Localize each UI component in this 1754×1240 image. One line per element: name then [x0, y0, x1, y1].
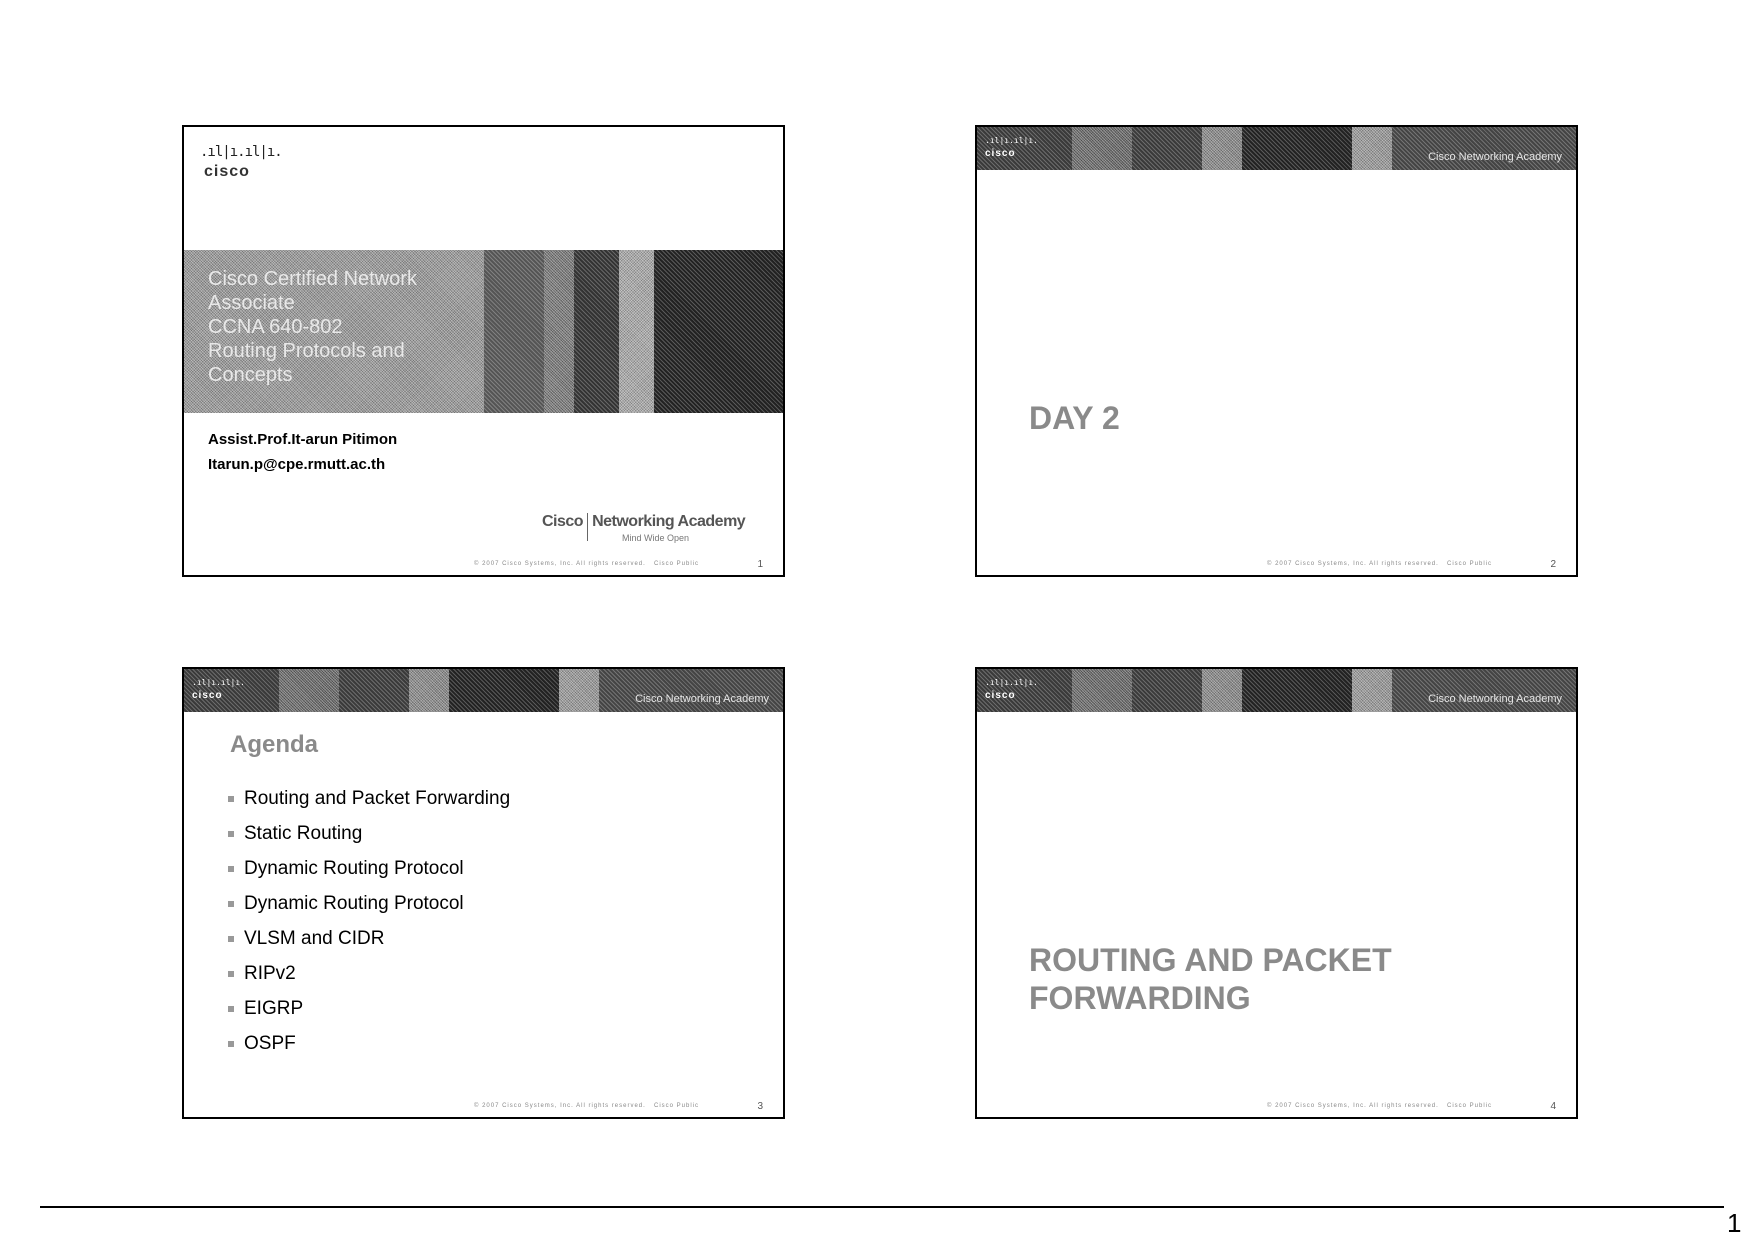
slide-footer-copyright: © 2007 Cisco Systems, Inc. All rights re… [474, 1103, 646, 1109]
agenda-list: Routing and Packet Forwarding Static Rou… [228, 781, 510, 1061]
agenda-item-label: Routing and Packet Forwarding [244, 788, 511, 809]
slide-footer-copyright: © 2007 Cisco Systems, Inc. All rights re… [1267, 1103, 1439, 1109]
cisco-logo-wordmark: cisco [985, 690, 1016, 701]
agenda-item: EIGRP [228, 991, 510, 1026]
slide-footer-public: Cisco Public [1447, 561, 1493, 567]
banner-photo-strip [1072, 127, 1576, 170]
agenda-item-label: EIGRP [244, 998, 304, 1019]
bullet-icon [228, 795, 234, 802]
author-email: Itarun.p@cpe.rmutt.ac.th [208, 456, 386, 473]
agenda-item-label: Static Routing [244, 823, 363, 844]
banner-photo-strip [1072, 669, 1576, 712]
slide-number: 1 [757, 559, 763, 570]
slide-header-banner: .ıl|ı.ıl|ı. cisco Cisco Networking Acade… [977, 669, 1576, 712]
cisco-logo-icon: .ıl|ı.ıl|ı. [192, 678, 245, 687]
slide-header-banner: .ıl|ı.ıl|ı. cisco Cisco Networking Acade… [184, 669, 783, 712]
agenda-item-label: Dynamic Routing Protocol [244, 858, 464, 879]
slide-footer-copyright: © 2007 Cisco Systems, Inc. All rights re… [1267, 561, 1439, 567]
slide-2-thumbnail: .ıl|ı.ıl|ı. cisco Cisco Networking Acade… [975, 125, 1578, 577]
agenda-item: Routing and Packet Forwarding [228, 781, 510, 816]
course-title-line: Concepts [208, 364, 293, 386]
agenda-title: Agenda [230, 731, 319, 758]
banner-logo-area: .ıl|ı.ıl|ı. cisco [184, 669, 279, 712]
academy-logo-text: Networking Academy [592, 513, 746, 530]
author-name: Assist.Prof.It-arun Pitimon [208, 431, 398, 448]
academy-logo-divider [587, 513, 589, 541]
slide-header-banner: .ıl|ı.ıl|ı. cisco Cisco Networking Acade… [977, 127, 1576, 170]
slide-number: 2 [1550, 559, 1556, 570]
slide-footer-public: Cisco Public [654, 1103, 700, 1109]
banner-logo-area: .ıl|ı.ıl|ı. cisco [977, 127, 1072, 170]
cisco-logo-icon: .ıl|ı.ıl|ı. [985, 678, 1038, 687]
banner-logo-area: .ıl|ı.ıl|ı. cisco [977, 669, 1072, 712]
agenda-item: Dynamic Routing Protocol [228, 886, 510, 921]
cisco-logo-icon: .ıl|ı.ıl|ı. [200, 144, 283, 160]
agenda-item: OSPF [228, 1026, 510, 1061]
agenda-item: Static Routing [228, 816, 510, 851]
slide-footer-copyright: © 2007 Cisco Systems, Inc. All rights re… [474, 561, 646, 567]
banner-academy-text: Cisco Networking Academy [1428, 693, 1562, 705]
course-title-line: CCNA 640-802 [208, 316, 343, 338]
course-title: Cisco Certified Network Associate CCNA 6… [208, 267, 458, 387]
bullet-icon [228, 935, 234, 942]
section-title: DAY 2 [1029, 400, 1120, 436]
people-photo-collage [484, 250, 783, 413]
slide-footer-public: Cisco Public [654, 561, 700, 567]
agenda-item: RIPv2 [228, 956, 510, 991]
course-title-line: Associate [208, 292, 295, 314]
agenda-item: Dynamic Routing Protocol [228, 851, 510, 886]
cisco-logo-wordmark: cisco [985, 148, 1016, 159]
page-footer-rule [40, 1206, 1724, 1208]
slide-1-thumbnail: .ıl|ı.ıl|ı. cisco Cisco Certified Networ… [182, 125, 785, 577]
bullet-icon [228, 1005, 234, 1012]
slide-4-thumbnail: .ıl|ı.ıl|ı. cisco Cisco Networking Acade… [975, 667, 1578, 1119]
page-number: 1 [1727, 1208, 1742, 1238]
agenda-item-label: RIPv2 [244, 963, 296, 984]
academy-tagline: Mind Wide Open [622, 533, 690, 543]
academy-logo-cisco: Cisco [542, 513, 584, 530]
section-title-line: FORWARDING [1029, 980, 1251, 1016]
course-title-line: Routing Protocols and [208, 340, 405, 362]
bullet-icon [228, 900, 234, 907]
agenda-item-label: Dynamic Routing Protocol [244, 893, 464, 914]
bullet-icon [228, 865, 234, 872]
slide-number: 4 [1550, 1101, 1556, 1112]
cisco-logo-wordmark: cisco [192, 690, 223, 701]
agenda-item: VLSM and CIDR [228, 921, 510, 956]
section-title-line: ROUTING AND PACKET [1029, 942, 1392, 978]
slide-footer-public: Cisco Public [1447, 1103, 1493, 1109]
bullet-icon [228, 970, 234, 977]
agenda-item-label: VLSM and CIDR [244, 928, 385, 949]
cisco-logo-icon: .ıl|ı.ıl|ı. [985, 136, 1038, 145]
agenda-item-label: OSPF [244, 1033, 296, 1054]
course-title-line: Cisco Certified Network [208, 268, 417, 290]
slide-number: 3 [757, 1101, 763, 1112]
banner-photo-strip [279, 669, 783, 712]
cisco-logo-wordmark: cisco [204, 163, 250, 180]
bullet-icon [228, 830, 234, 837]
banner-academy-text: Cisco Networking Academy [635, 693, 769, 705]
section-title: ROUTING AND PACKET FORWARDING [1029, 941, 1469, 1017]
bullet-icon [228, 1040, 234, 1047]
slide-3-thumbnail: .ıl|ı.ıl|ı. cisco Cisco Networking Acade… [182, 667, 785, 1119]
banner-academy-text: Cisco Networking Academy [1428, 151, 1562, 163]
